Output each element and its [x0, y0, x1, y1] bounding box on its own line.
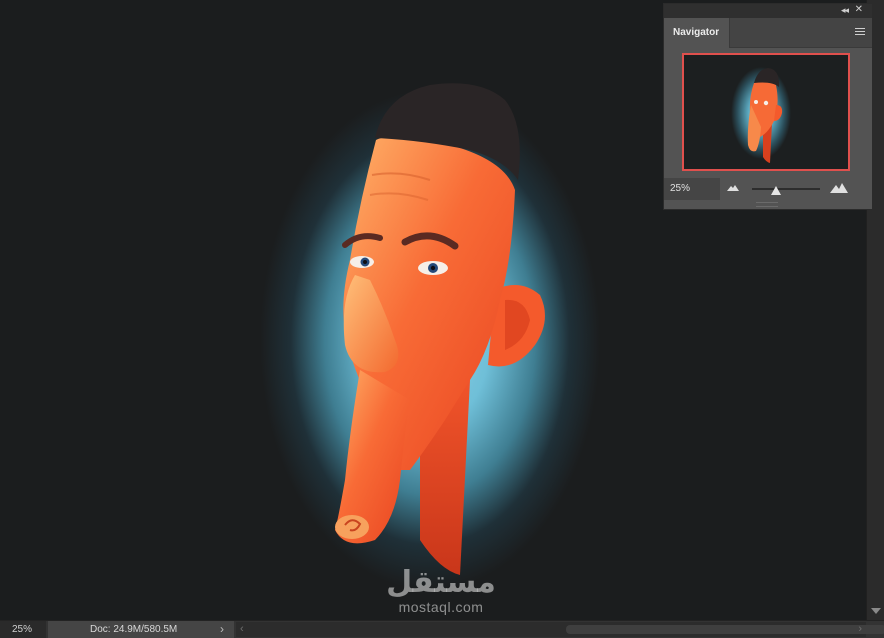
navigator-panel: ◂◂ ✕ Navigator 25%	[663, 3, 873, 210]
zoom-slider-track[interactable]	[752, 188, 820, 190]
status-zoom-field[interactable]: 25%	[0, 621, 46, 638]
small-mountain-icon[interactable]	[727, 183, 739, 191]
horizontal-scroll-thumb[interactable]	[566, 625, 884, 634]
navigator-zoom-row: 25%	[664, 178, 872, 200]
large-mountain-icon[interactable]	[830, 182, 848, 193]
panel-titlebar[interactable]: ◂◂ ✕	[664, 4, 872, 18]
status-bar: 25% Doc: 24.9M/580.5M › ‹ ›	[0, 620, 884, 638]
tab-navigator[interactable]: Navigator	[664, 18, 730, 48]
watermark-arabic: مستقل	[386, 565, 496, 600]
navigator-view-box[interactable]	[682, 53, 850, 171]
navigator-zoom-field[interactable]: 25%	[664, 178, 720, 200]
panel-resize-grip[interactable]	[756, 202, 778, 207]
navigator-thumbnail	[684, 55, 848, 169]
navigator-thumbnail-artwork	[747, 68, 783, 163]
chevron-right-icon[interactable]: ›	[220, 621, 224, 638]
horizontal-scrollbar[interactable]: ‹ ›	[236, 622, 884, 637]
zoom-slider-thumb[interactable]	[770, 186, 781, 195]
watermark-latin: mostaql.com	[398, 599, 484, 615]
scroll-down-arrow-icon[interactable]	[871, 608, 881, 614]
scroll-right-arrow-icon[interactable]: ›	[858, 622, 862, 637]
panel-tab-row: Navigator	[664, 18, 872, 48]
close-icon[interactable]: ✕	[855, 4, 863, 15]
scroll-left-arrow-icon[interactable]: ‹	[240, 622, 244, 637]
doc-size-info[interactable]: Doc: 24.9M/580.5M	[48, 621, 234, 638]
hamburger-menu-icon[interactable]	[855, 28, 865, 36]
double-chevron-left-icon[interactable]: ◂◂	[841, 5, 849, 16]
watermark: مستقل mostaql.com	[376, 565, 506, 615]
